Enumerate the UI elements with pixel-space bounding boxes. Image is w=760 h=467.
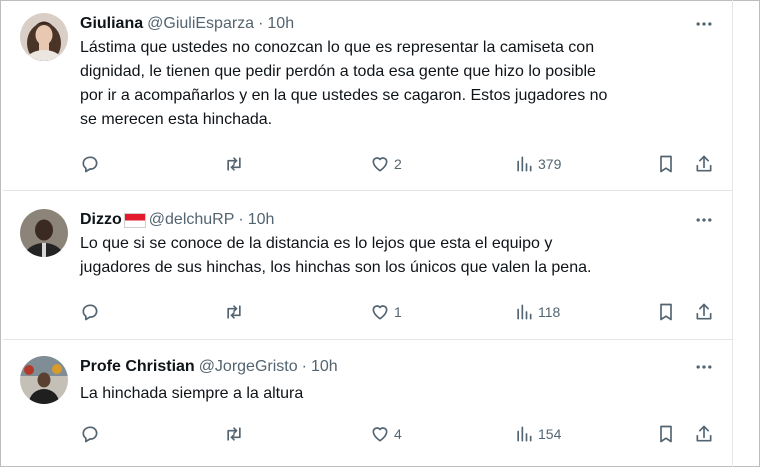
tweet-1[interactable]: Giuliana @GiuliEsparza · 10h Lástima que…: [3, 2, 732, 191]
retweet-icon: [227, 305, 241, 319]
tweet-text-line: Lo que si se conoce de la distancia es l…: [80, 235, 553, 252]
share-button[interactable]: [694, 300, 714, 324]
bookmark-button[interactable]: [656, 300, 676, 324]
share-button[interactable]: [694, 422, 714, 446]
avatar-image: [20, 13, 68, 61]
tweet-3[interactable]: Profe Christian @JorgeGristo · 10h La hi…: [3, 340, 732, 464]
reply-bubble-icon: [82, 304, 98, 321]
like-count: 4: [394, 426, 402, 442]
views-count: 379: [538, 156, 562, 172]
share-upload-icon: [696, 155, 712, 172]
bookmark-icon: [660, 155, 672, 173]
views-count: 118: [538, 304, 561, 320]
views-bar-chart-icon: [517, 426, 532, 442]
avatar[interactable]: [20, 209, 68, 257]
header-separator: ·: [301, 358, 307, 375]
like-button[interactable]: 4: [370, 422, 402, 446]
tweet-timestamp[interactable]: 10h: [311, 358, 338, 376]
tweet-text: Lo que si se conoce de la distancia es l…: [80, 232, 700, 280]
retweet-icon: [227, 157, 241, 171]
views-button[interactable]: 379: [514, 152, 561, 176]
tweet-header: Dizzo @delchuRP · 10h: [80, 210, 274, 230]
tweet-text-line: se merecen esta hinchada.: [80, 111, 273, 128]
header-separator: ·: [258, 15, 264, 32]
views-bar-chart-icon: [517, 304, 532, 320]
avatar[interactable]: [20, 356, 68, 404]
heart-icon: [372, 305, 388, 320]
like-button[interactable]: 2: [370, 152, 402, 176]
avatar-image: [20, 209, 68, 257]
views-bar-chart-icon: [517, 156, 532, 172]
tweet-text: La hinchada siempre a la altura: [80, 382, 700, 406]
reply-button[interactable]: [80, 422, 100, 446]
retweet-button[interactable]: [224, 300, 244, 324]
heart-icon: [372, 157, 388, 172]
author-handle[interactable]: @delchuRP: [149, 211, 235, 229]
tweet-actions: 2 379: [80, 152, 716, 176]
more-dots-icon[interactable]: [694, 357, 714, 377]
bookmark-button[interactable]: [656, 422, 676, 446]
avatar[interactable]: [20, 13, 68, 61]
bookmark-icon: [660, 425, 672, 443]
more-dots-icon[interactable]: [694, 210, 714, 230]
retweet-icon: [227, 427, 241, 441]
author-handle[interactable]: @GiuliEsparza: [147, 15, 254, 33]
share-upload-icon: [696, 425, 712, 442]
views-button[interactable]: 154: [514, 422, 561, 446]
reply-bubble-icon: [82, 426, 98, 443]
like-count: 2: [394, 156, 402, 172]
flag-icon: [123, 212, 146, 228]
like-button[interactable]: 1: [370, 300, 402, 324]
header-separator: ·: [238, 211, 244, 228]
tweet-actions: 4 154: [80, 422, 716, 446]
avatar-image: [20, 356, 68, 404]
tweet-text-line: por ir a acompañarlos y en la que ustede…: [80, 87, 608, 104]
tweet-text-line: Lástima que ustedes no conozcan lo que e…: [80, 39, 595, 56]
views-count: 154: [538, 426, 562, 442]
tweet-timestamp[interactable]: 10h: [248, 211, 275, 229]
bookmark-button[interactable]: [656, 152, 676, 176]
tweet-timestamp[interactable]: 10h: [267, 15, 294, 33]
tweet-actions: 1 118: [80, 300, 716, 324]
retweet-button[interactable]: [224, 152, 244, 176]
reply-button[interactable]: [80, 300, 100, 324]
author-handle[interactable]: @JorgeGristo: [199, 358, 298, 376]
more-dots-icon[interactable]: [694, 14, 714, 34]
share-button[interactable]: [694, 152, 714, 176]
tweet-text-line: La hinchada siempre a la altura: [80, 385, 304, 402]
views-button[interactable]: 118: [514, 300, 560, 324]
tweet-text: Lástima que ustedes no conozcan lo que e…: [80, 36, 700, 132]
timeline-border: [732, 0, 733, 467]
heart-icon: [372, 427, 388, 442]
retweet-button[interactable]: [224, 422, 244, 446]
author-name[interactable]: Giuliana: [80, 15, 143, 33]
reply-bubble-icon: [82, 156, 98, 173]
author-name[interactable]: Dizzo: [80, 211, 122, 229]
bookmark-icon: [660, 303, 672, 321]
share-upload-icon: [696, 303, 712, 320]
tweet-text-line: jugadores de sus hinchas, los hinchas so…: [80, 259, 592, 276]
tweet-text-line: dignidad, le tienen que pedir perdón a t…: [80, 63, 596, 80]
tweet-2[interactable]: Dizzo @delchuRP · 10h Lo que si se conoc…: [3, 191, 732, 340]
author-name[interactable]: Profe Christian: [80, 358, 195, 376]
like-count: 1: [394, 304, 402, 320]
reply-button[interactable]: [80, 152, 100, 176]
tweet-header: Giuliana @GiuliEsparza · 10h: [80, 14, 294, 34]
tweet-header: Profe Christian @JorgeGristo · 10h: [80, 357, 338, 377]
